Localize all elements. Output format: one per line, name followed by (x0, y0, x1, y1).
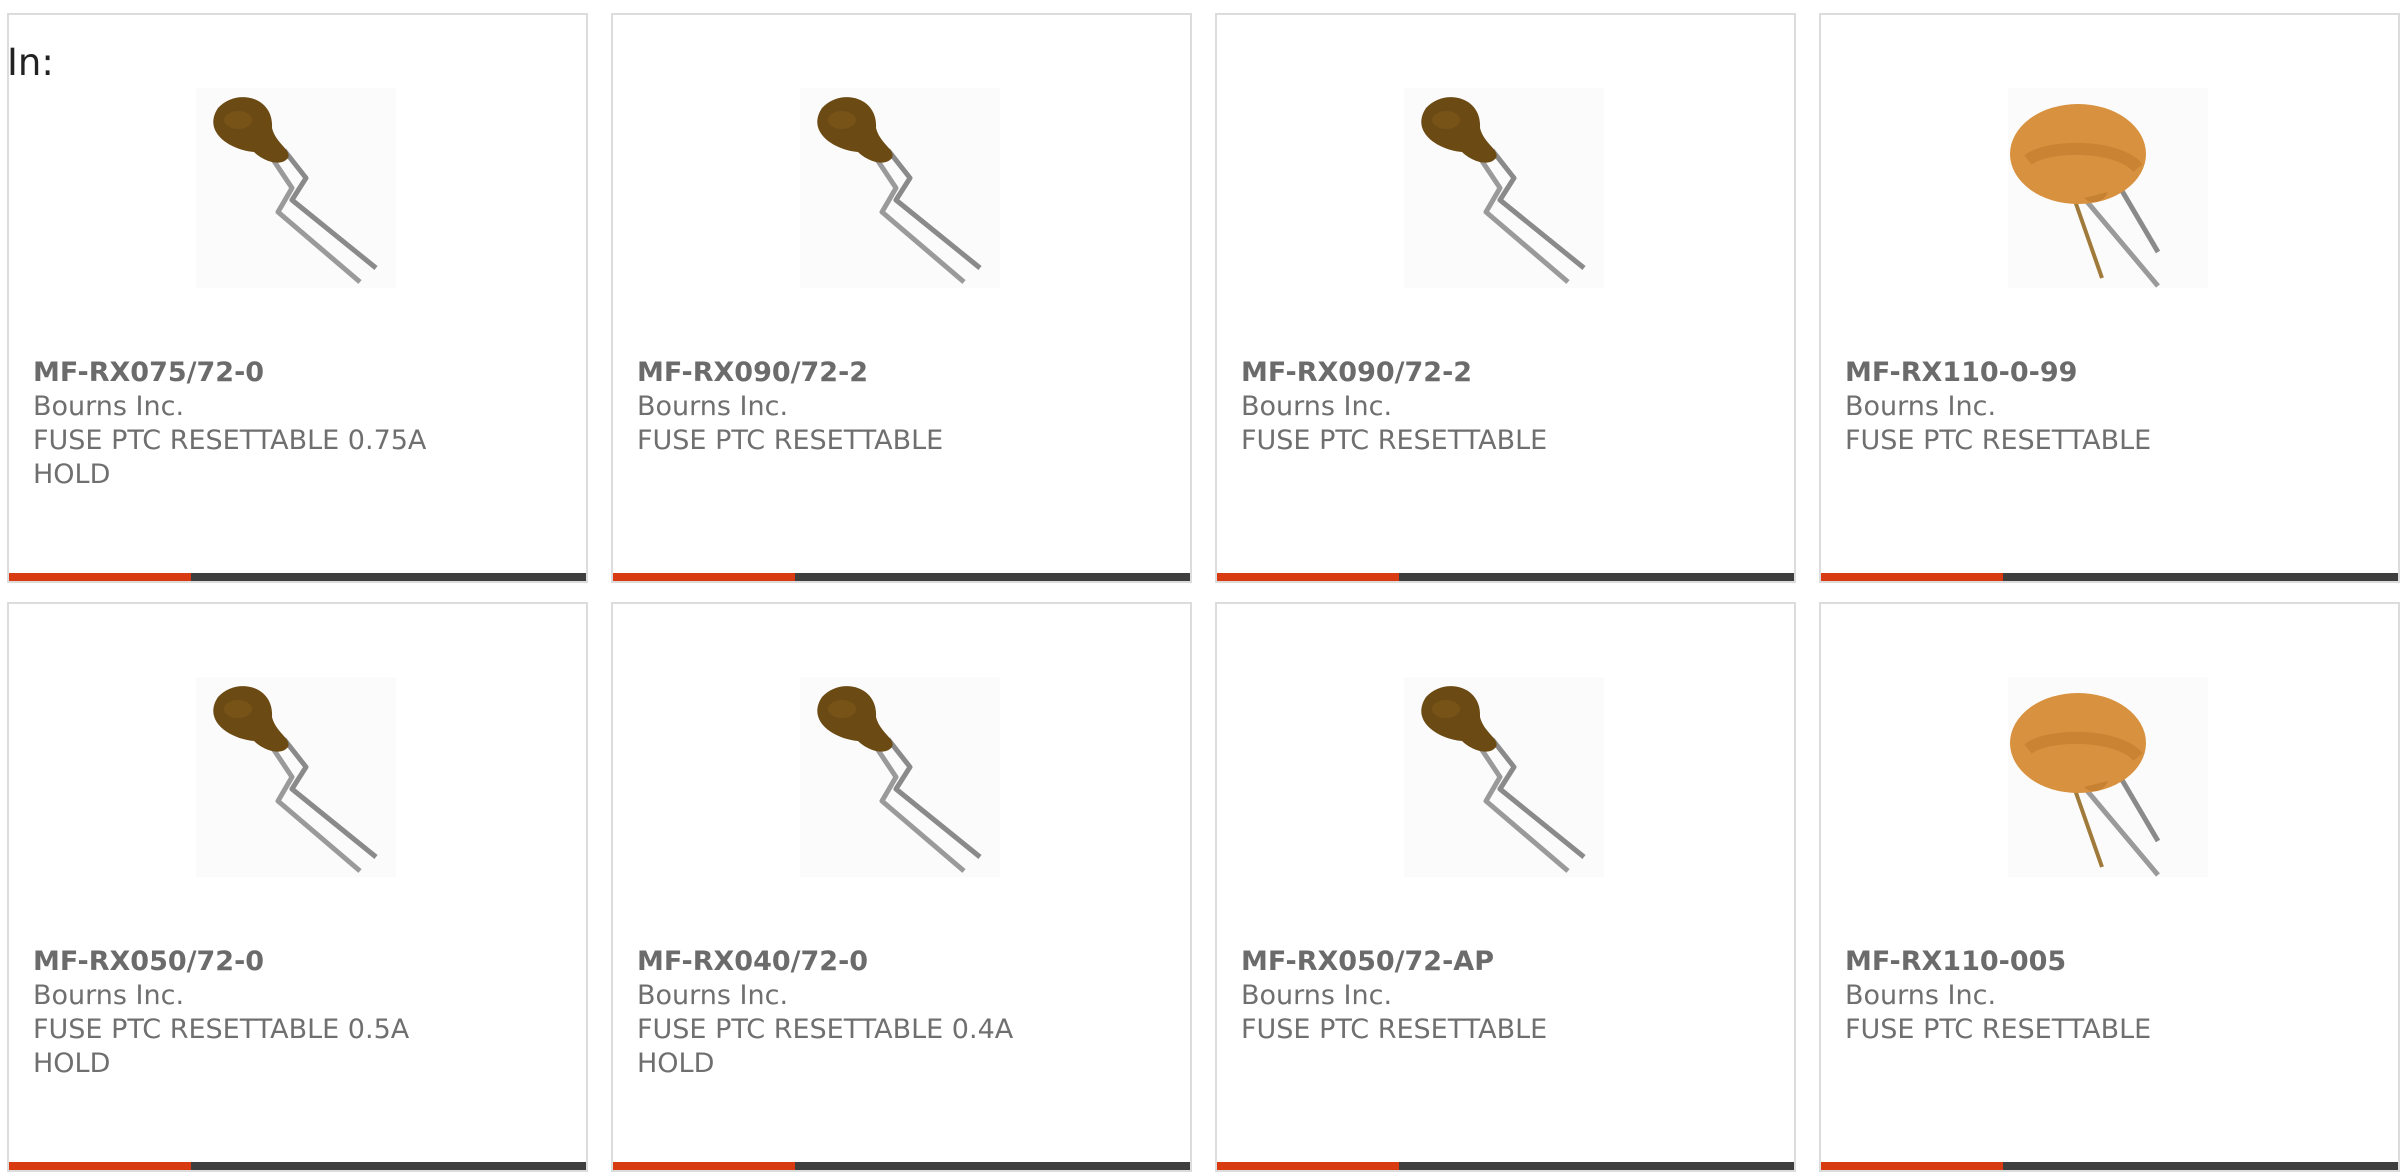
manufacturer: Bourns Inc. (1241, 391, 1393, 422)
manufacturer: Bourns Inc. (1845, 391, 1997, 422)
description-line-1: FUSE PTC RESETTABLE (1845, 425, 2152, 456)
description-line-2: HOLD (33, 459, 111, 490)
manufacturer: Bourns Inc. (1241, 980, 1393, 1011)
card-accent (1217, 573, 1399, 581)
product-card[interactable]: MF-RX110-0-99 Bourns Inc. FUSE PTC RESET… (1819, 13, 2400, 583)
description-line-2: HOLD (637, 1048, 715, 1079)
card-accent (613, 573, 795, 581)
product-image[interactable] (196, 677, 396, 877)
description-line-1: FUSE PTC RESETTABLE 0.4A (637, 1014, 1014, 1045)
description-line-1: FUSE PTC RESETTABLE (1241, 425, 1548, 456)
card-bottom-bar (613, 573, 1190, 581)
part-number-link[interactable]: MF-RX050/72-AP (1241, 945, 1771, 979)
description-line-1: FUSE PTC RESETTABLE 0.5A (33, 1014, 410, 1045)
part-number-link[interactable]: MF-RX075/72-0 (33, 356, 563, 390)
product-card[interactable]: MF-RX075/72-0 Bourns Inc. FUSE PTC RESET… (7, 13, 588, 583)
part-number-link[interactable]: MF-RX050/72-0 (33, 945, 563, 979)
card-bottom-bar (613, 1162, 1190, 1170)
radial-ptc-small-icon (800, 677, 1000, 877)
card-accent (1821, 1162, 2003, 1170)
radial-ptc-large-icon (2008, 88, 2208, 288)
radial-ptc-small-icon (196, 88, 396, 288)
card-bottom-bar (9, 573, 586, 581)
manufacturer: Bourns Inc. (637, 980, 789, 1011)
card-accent (1821, 573, 2003, 581)
product-image[interactable] (1404, 677, 1604, 877)
product-image[interactable] (196, 88, 396, 288)
card-bottom-bar (1821, 573, 2398, 581)
product-grid: MF-RX075/72-0 Bourns Inc. FUSE PTC RESET… (0, 0, 2400, 1172)
part-number-link[interactable]: MF-RX110-005 (1845, 945, 2375, 979)
product-image[interactable] (800, 88, 1000, 288)
card-accent (9, 1162, 191, 1170)
manufacturer: Bourns Inc. (1845, 980, 1997, 1011)
product-card[interactable]: MF-RX050/72-0 Bourns Inc. FUSE PTC RESET… (7, 602, 588, 1172)
description-line-2: HOLD (33, 1048, 111, 1079)
product-card[interactable]: MF-RX090/72-2 Bourns Inc. FUSE PTC RESET… (1215, 13, 1796, 583)
card-bottom-bar (9, 1162, 586, 1170)
part-number-link[interactable]: MF-RX040/72-0 (637, 945, 1167, 979)
card-accent (613, 1162, 795, 1170)
radial-ptc-small-icon (800, 88, 1000, 288)
product-image[interactable] (800, 677, 1000, 877)
manufacturer: Bourns Inc. (33, 980, 185, 1011)
product-image[interactable] (1404, 88, 1604, 288)
card-bottom-bar (1217, 1162, 1794, 1170)
card-bottom-bar (1821, 1162, 2398, 1170)
product-image[interactable] (2008, 88, 2208, 288)
part-number-link[interactable]: MF-RX090/72-2 (637, 356, 1167, 390)
radial-ptc-small-icon (1404, 88, 1604, 288)
product-card[interactable]: MF-RX090/72-2 Bourns Inc. FUSE PTC RESET… (611, 13, 1192, 583)
description-line-1: FUSE PTC RESETTABLE (1845, 1014, 2152, 1045)
product-card[interactable]: MF-RX050/72-AP Bourns Inc. FUSE PTC RESE… (1215, 602, 1796, 1172)
card-bottom-bar (1217, 573, 1794, 581)
manufacturer: Bourns Inc. (637, 391, 789, 422)
radial-ptc-large-icon (2008, 677, 2208, 877)
part-number-link[interactable]: MF-RX110-0-99 (1845, 356, 2375, 390)
card-accent (9, 573, 191, 581)
description-line-1: FUSE PTC RESETTABLE (637, 425, 944, 456)
filter-in-label: In: (7, 41, 54, 84)
card-accent (1217, 1162, 1399, 1170)
product-card[interactable]: MF-RX110-005 Bourns Inc. FUSE PTC RESETT… (1819, 602, 2400, 1172)
product-image[interactable] (2008, 677, 2208, 877)
description-line-1: FUSE PTC RESETTABLE (1241, 1014, 1548, 1045)
manufacturer: Bourns Inc. (33, 391, 185, 422)
radial-ptc-small-icon (196, 677, 396, 877)
product-card[interactable]: MF-RX040/72-0 Bourns Inc. FUSE PTC RESET… (611, 602, 1192, 1172)
radial-ptc-small-icon (1404, 677, 1604, 877)
part-number-link[interactable]: MF-RX090/72-2 (1241, 356, 1771, 390)
description-line-1: FUSE PTC RESETTABLE 0.75A (33, 425, 427, 456)
